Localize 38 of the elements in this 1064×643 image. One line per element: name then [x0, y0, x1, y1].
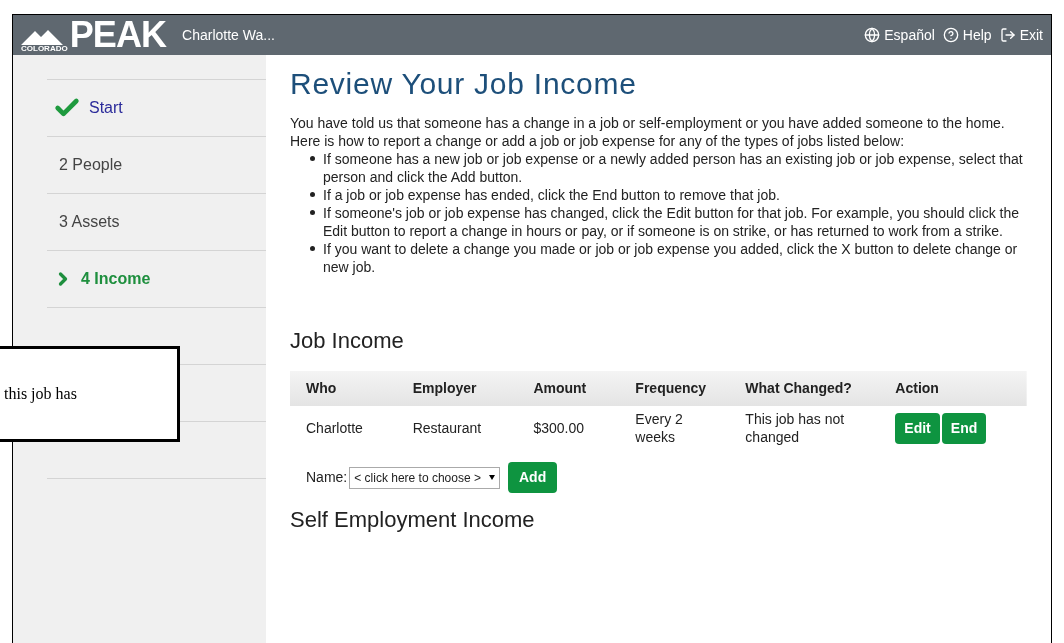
- column-header: Frequency: [619, 371, 730, 406]
- column-header: Employer: [396, 371, 518, 406]
- callout-box: this job has: [0, 346, 180, 442]
- table-cell: This job has not changed: [729, 406, 880, 450]
- add-button[interactable]: Add: [508, 462, 558, 493]
- table-cell: Every 2 weeks: [619, 406, 730, 450]
- sidebar-item[interactable]: 3 Assets: [53, 210, 120, 234]
- name-label: Name:: [306, 468, 348, 487]
- column-header: What Changed?: [729, 371, 880, 406]
- column-header: Who: [290, 371, 397, 406]
- header-link[interactable]: Help: [942, 24, 992, 46]
- bullet-text: If someone has a new job or job expense or a newly added person has an existing job or job expense, select that person and click the Add button.: [323, 150, 1024, 186]
- column-header: Amount: [517, 371, 620, 406]
- intro-text: You have told us that someone has a change in a job or self-employment or you have added someone to the home. Here is how to report a change or add a job or job expense for any of the types of jobs listed below:: [290, 114, 1006, 150]
- user-name: Charlotte Wa...: [182, 25, 275, 45]
- section-heading: Job Income: [290, 327, 405, 355]
- header-link[interactable]: Exit: [999, 24, 1043, 46]
- bullet-text: If a job or job expense has ended, click the End button to remove that job.: [323, 186, 780, 204]
- bullet-text: If you want to delete a change you made or job or job expense you added, click the X button to delete change or new job.: [323, 240, 1019, 276]
- table-cell: Restaurant: [396, 406, 518, 450]
- page-title: Review Your Job Income: [290, 66, 638, 102]
- globe-icon: [864, 27, 881, 43]
- column-header: Action: [879, 371, 1027, 406]
- header-link[interactable]: Español: [864, 24, 935, 46]
- help-icon: [942, 27, 959, 43]
- table-cell: Charlotte: [290, 406, 397, 450]
- sidebar-item[interactable]: 4 Income: [81, 267, 151, 291]
- table-cell: $300.00: [517, 406, 620, 450]
- sidebar-item[interactable]: Start: [89, 96, 123, 120]
- exit-icon: [999, 27, 1016, 43]
- mountain-icon: [21, 29, 63, 45]
- sidebar-item[interactable]: 2 People: [53, 153, 123, 177]
- bullet-text: If someone's job or job expense has changed, click the Edit button for that job. For example, you should click the Edit button to report a change in hours or pay, or if someone is on strike, or has returned to work from a strike.: [323, 204, 1021, 240]
- action-button[interactable]: End: [941, 412, 987, 444]
- action-button[interactable]: Edit: [895, 412, 940, 444]
- section-heading: Self Employment Income: [290, 507, 536, 533]
- person-select[interactable]: < click here to choose >: [349, 466, 500, 489]
- dropdown-icon: [489, 475, 495, 480]
